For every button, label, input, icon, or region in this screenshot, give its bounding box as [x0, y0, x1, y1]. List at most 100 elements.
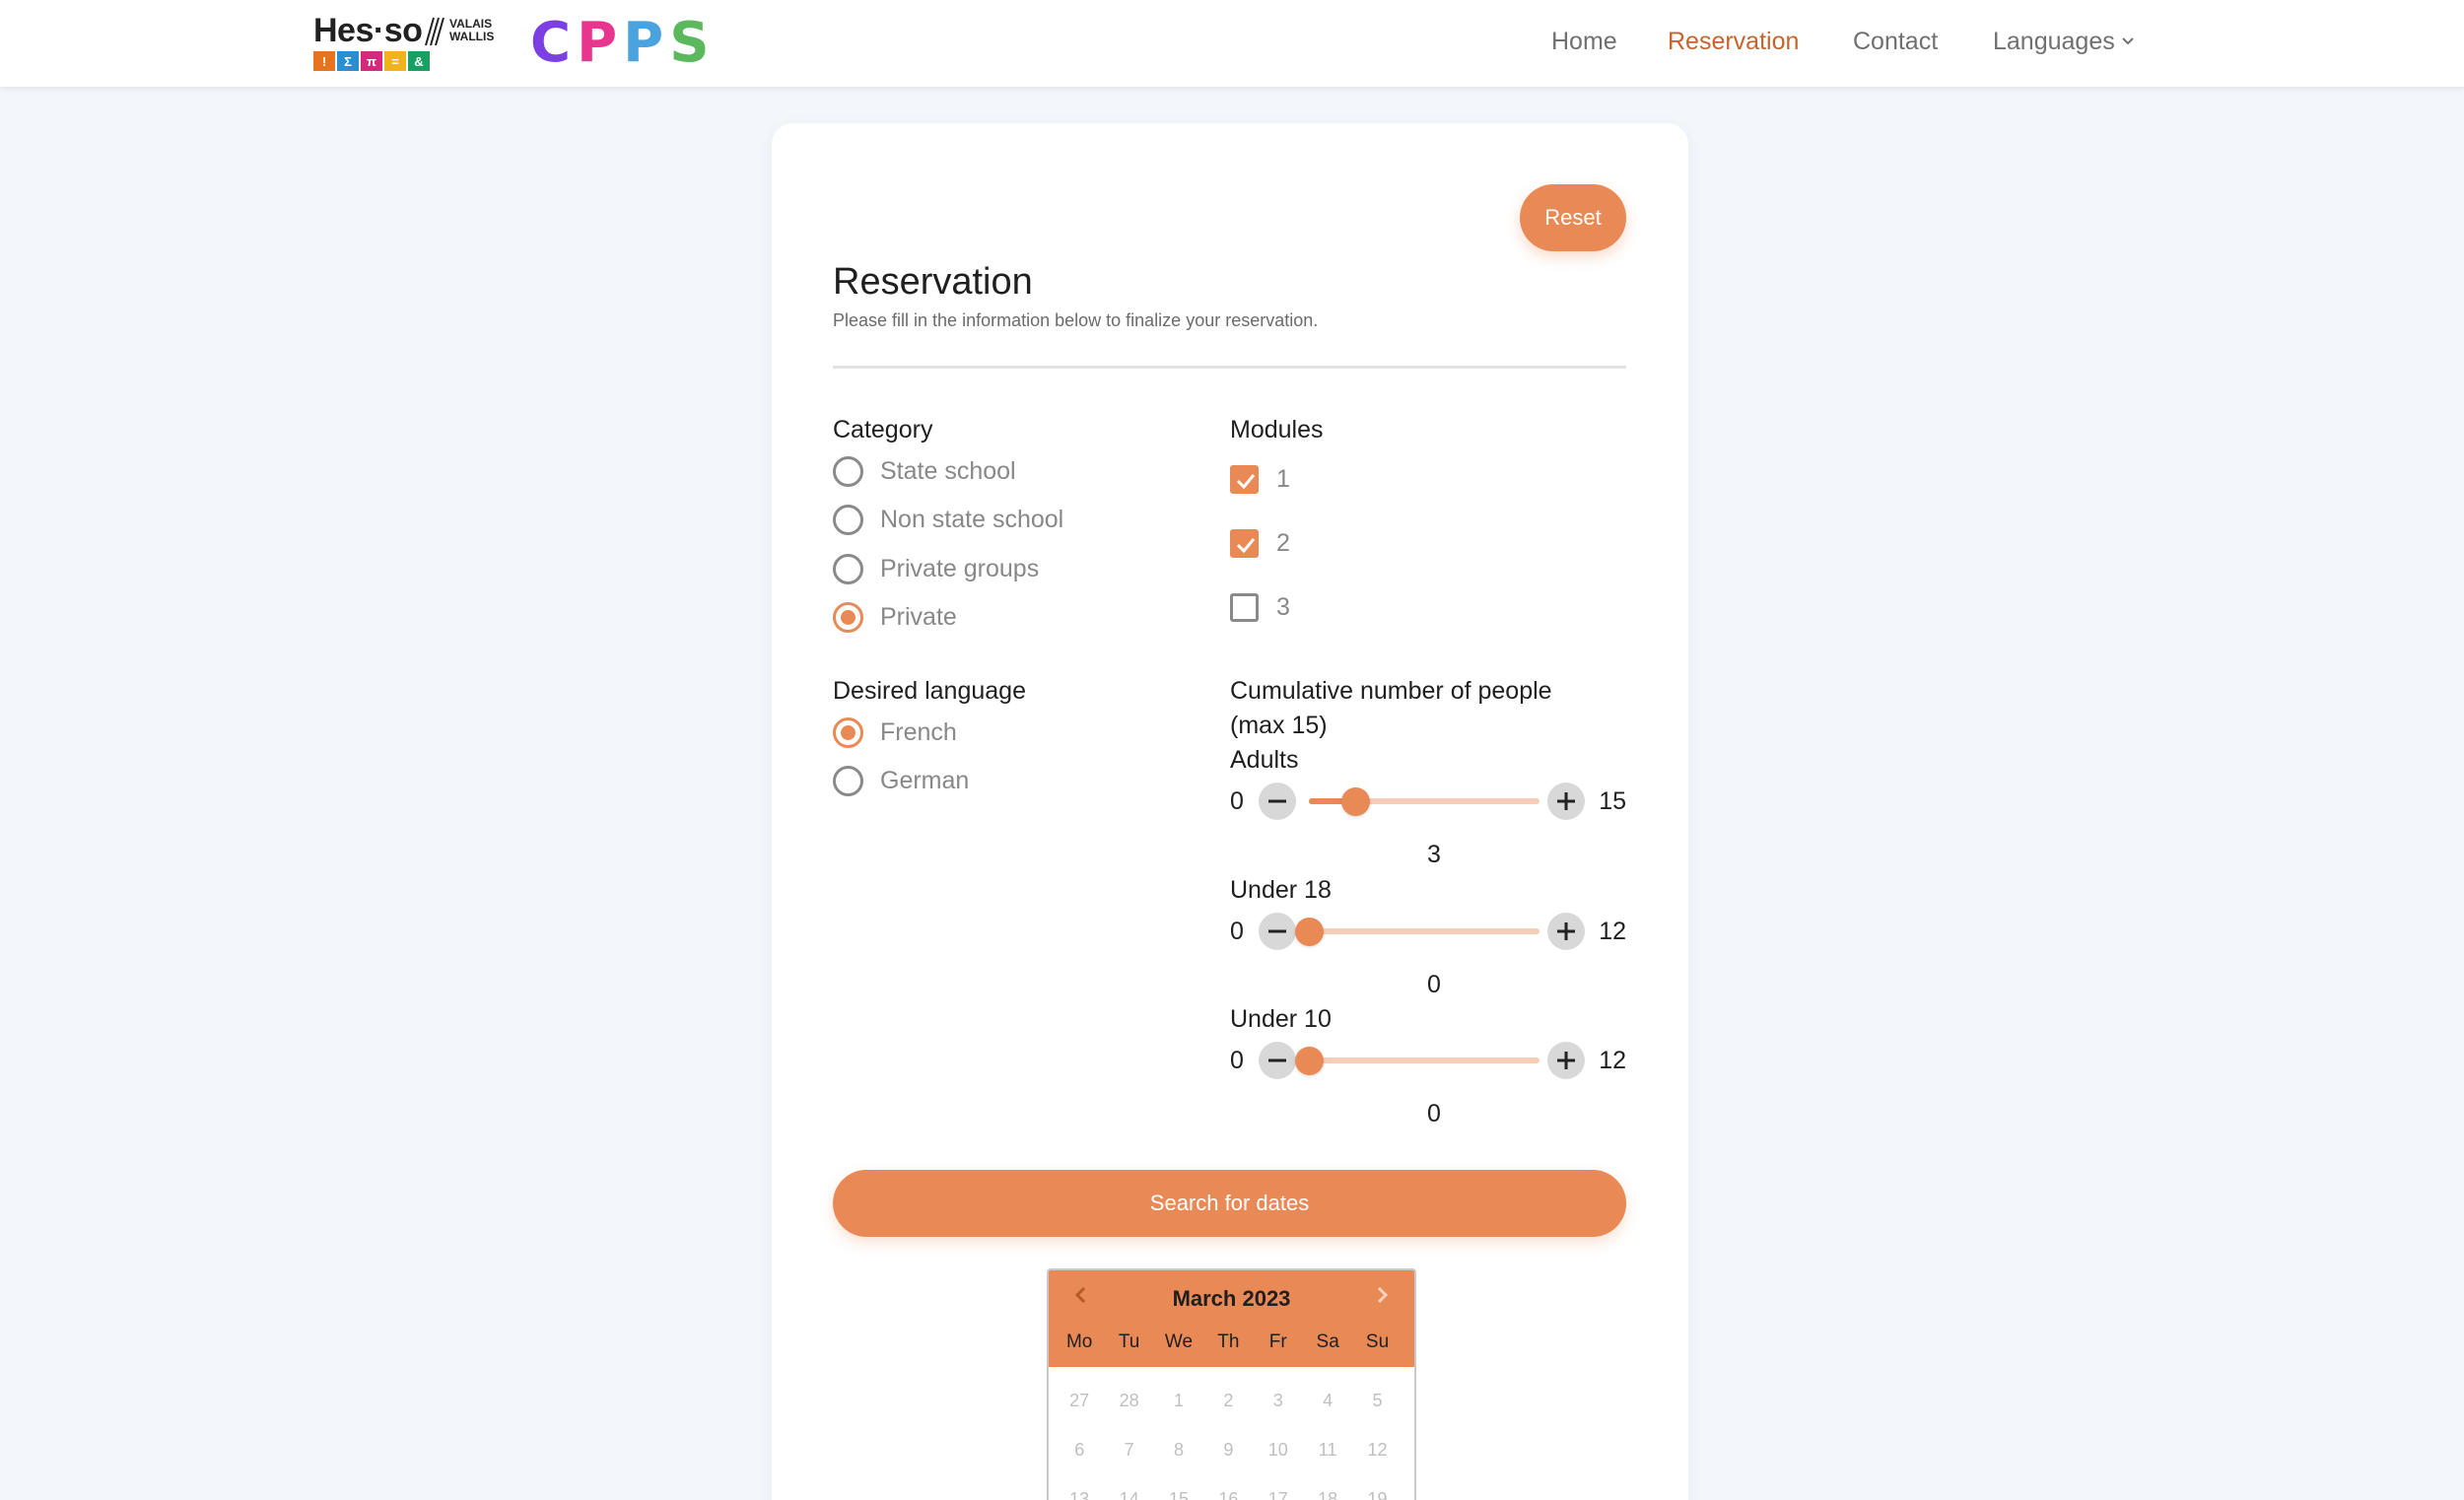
nav-contact-link[interactable]: Contact [1853, 28, 1938, 56]
slider-min: 0 [1230, 918, 1244, 945]
language-option-french[interactable]: French [833, 715, 957, 750]
slider-max: 12 [1599, 918, 1626, 945]
calendar-day[interactable]: 4 [1303, 1391, 1352, 1440]
minus-button[interactable] [1259, 1042, 1296, 1079]
hes-so-logo[interactable]: Hes·so VALAIS WALLIS ! Σ π = & [313, 10, 497, 73]
calendar-day[interactable]: 17 [1254, 1489, 1303, 1500]
cpps-letter: S [669, 11, 710, 75]
checkbox-label: 3 [1276, 592, 1290, 621]
module-option-3[interactable]: 3 [1230, 589, 1290, 625]
chevron-down-icon [2122, 37, 2134, 45]
checkmark-icon [1236, 537, 1256, 553]
nav-reservation-link[interactable]: Reservation [1668, 28, 1799, 56]
calendar-weekdays: Mo Tu We Th Fr Sa Su [1055, 1331, 1409, 1353]
calendar-day[interactable]: 5 [1352, 1391, 1402, 1440]
category-option-state-school[interactable]: State school [833, 453, 1016, 489]
slider-thumb[interactable] [1295, 918, 1324, 946]
slider-track[interactable] [1295, 918, 1540, 946]
plus-button[interactable] [1547, 1042, 1585, 1079]
slider-thumb[interactable] [1295, 1047, 1324, 1075]
page-subtitle: Please fill in the information below to … [833, 310, 1319, 330]
modules-label: Modules [1230, 416, 1324, 443]
weekday-label: Sa [1316, 1331, 1339, 1352]
calendar-day[interactable]: 19 [1352, 1489, 1402, 1500]
calendar-header: March 2023 Mo Tu We Th Fr Sa Su [1049, 1270, 1414, 1367]
radio-label: Private [880, 602, 957, 631]
page-title: Reservation [833, 261, 1033, 303]
slider-min: 0 [1230, 787, 1244, 815]
nav-languages-dropdown[interactable]: Languages [1993, 28, 2135, 56]
calendar-day[interactable]: 12 [1352, 1440, 1402, 1489]
radio-label: Private groups [880, 554, 1040, 582]
checkbox-unchecked[interactable] [1230, 592, 1259, 622]
checkbox-checked[interactable] [1230, 464, 1259, 494]
calendar-day[interactable]: 9 [1203, 1440, 1253, 1489]
calendar-day[interactable]: 16 [1203, 1489, 1253, 1500]
weekday-label: Tu [1118, 1331, 1140, 1352]
calendar-day[interactable]: 1 [1154, 1391, 1203, 1440]
slider-thumb[interactable] [1340, 787, 1370, 816]
under-18-label: Under 18 [1230, 876, 1332, 904]
slider-track[interactable] [1295, 1047, 1540, 1075]
calendar-day[interactable]: 14 [1104, 1489, 1153, 1500]
languages-label: Languages [1993, 28, 2115, 55]
minus-button[interactable] [1259, 913, 1296, 950]
under-10-value: 0 [1427, 1100, 1441, 1127]
calendar-day[interactable]: 13 [1055, 1489, 1104, 1500]
checkbox-checked[interactable] [1230, 528, 1259, 558]
category-option-private-groups[interactable]: Private groups [833, 551, 1039, 586]
radio-button-selected[interactable] [833, 716, 863, 748]
under-18-slider: 0 12 [1230, 912, 1626, 951]
radio-button[interactable] [833, 765, 863, 796]
calendar-day[interactable]: 7 [1104, 1440, 1153, 1489]
slider-track[interactable] [1309, 787, 1540, 816]
hes-tile: = [384, 51, 406, 71]
hes-tile: ! [313, 51, 335, 71]
calendar-day[interactable]: 10 [1254, 1440, 1303, 1489]
calendar-day[interactable]: 2 [1203, 1391, 1253, 1440]
calendar-day[interactable]: 11 [1303, 1440, 1352, 1489]
weekday-label: Su [1365, 1331, 1390, 1352]
hes-tile: π [361, 51, 382, 71]
category-option-private[interactable]: Private [833, 599, 957, 635]
minus-icon [1268, 929, 1286, 933]
plus-icon [1557, 1052, 1575, 1069]
next-month-button[interactable] [1368, 1280, 1398, 1310]
plus-button[interactable] [1547, 913, 1585, 950]
nav-home-link[interactable]: Home [1551, 28, 1617, 56]
minus-icon [1268, 1058, 1286, 1062]
radio-button-selected[interactable] [833, 601, 863, 633]
reset-button[interactable]: Reset [1520, 184, 1626, 251]
weekday-label: We [1164, 1331, 1194, 1352]
radio-label: German [880, 766, 970, 794]
radio-button[interactable] [833, 553, 863, 584]
radio-button[interactable] [833, 504, 863, 535]
calendar-day[interactable]: 27 [1055, 1391, 1104, 1440]
hes-tile: Σ [337, 51, 359, 71]
slider-max: 15 [1599, 787, 1626, 815]
module-option-1[interactable]: 1 [1230, 461, 1290, 497]
slider-max: 12 [1599, 1047, 1626, 1074]
minus-icon [1268, 799, 1286, 803]
search-dates-button[interactable]: Search for dates [833, 1170, 1626, 1237]
weekday-label: Mo [1065, 1331, 1093, 1352]
radio-label: State school [880, 456, 1016, 485]
module-option-2[interactable]: 2 [1230, 525, 1290, 561]
calendar-day[interactable]: 6 [1055, 1440, 1104, 1489]
minus-button[interactable] [1259, 783, 1296, 820]
language-option-german[interactable]: German [833, 763, 969, 798]
category-label: Category [833, 416, 933, 443]
cpps-letter: P [623, 11, 664, 75]
plus-button[interactable] [1547, 783, 1585, 820]
calendar-day[interactable]: 8 [1154, 1440, 1203, 1489]
radio-button[interactable] [833, 455, 863, 487]
calendar-day[interactable]: 15 [1154, 1489, 1203, 1500]
category-option-non-state-school[interactable]: Non state school [833, 502, 1063, 537]
under-18-value: 0 [1427, 971, 1441, 998]
divider [833, 366, 1626, 369]
cpps-logo[interactable]: C P P S [530, 14, 710, 73]
calendar-day[interactable]: 28 [1104, 1391, 1153, 1440]
radio-label: French [880, 717, 957, 746]
calendar-day[interactable]: 18 [1303, 1489, 1352, 1500]
calendar-day[interactable]: 3 [1254, 1391, 1303, 1440]
